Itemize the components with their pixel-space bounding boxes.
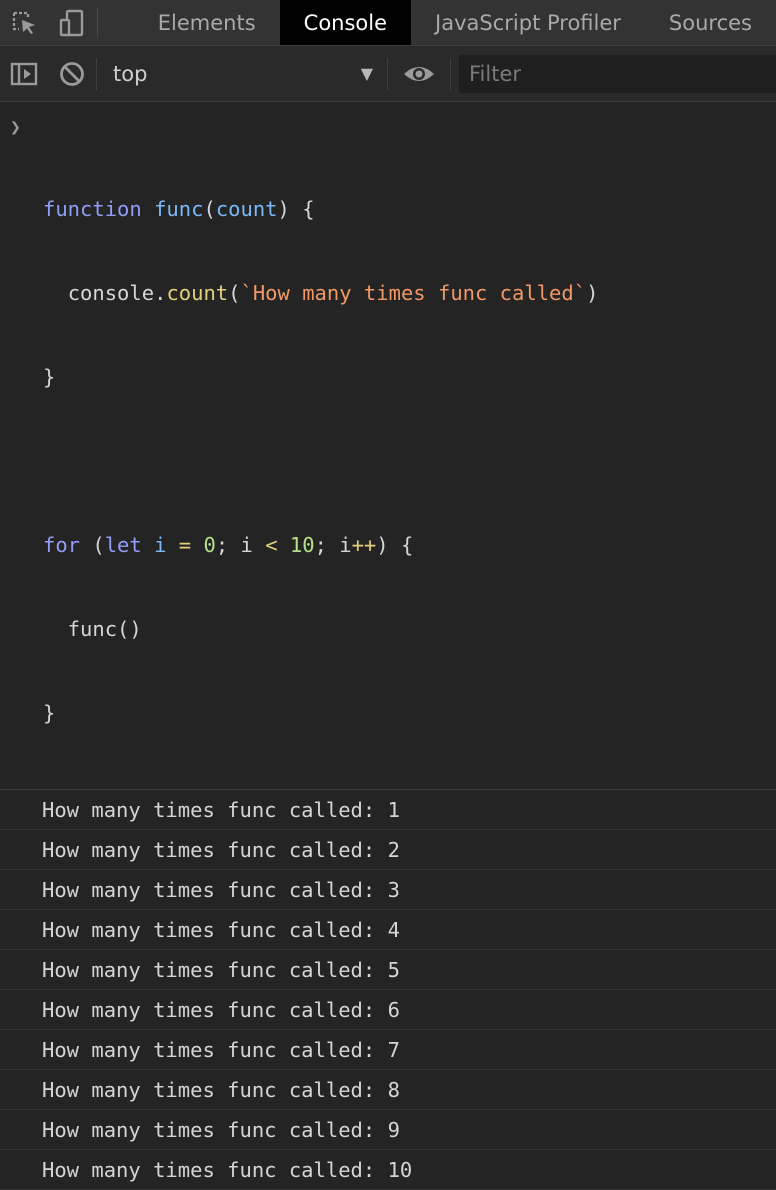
code-number: 10	[289, 533, 315, 557]
code-keyword: for	[43, 533, 81, 557]
console-output-row: How many times func called: 1	[0, 790, 776, 830]
console-output-row: How many times func called: 5	[0, 950, 776, 990]
live-expression-eye-icon	[404, 66, 434, 81]
device-toolbar-button[interactable]	[48, 0, 96, 45]
clear-console-icon	[60, 61, 84, 86]
console-toolbar: top ▼	[0, 46, 776, 102]
devtools-tab-bar: Elements Console JavaScript Profiler Sou…	[0, 0, 776, 46]
live-expression-button[interactable]	[388, 46, 450, 101]
panel-tabs: Elements Console JavaScript Profiler Sou…	[134, 0, 776, 45]
code-function-name: func	[154, 197, 204, 221]
code-operator: =	[166, 533, 204, 557]
code-string: `How many times func called`	[240, 281, 587, 305]
device-toolbar-icon	[59, 9, 83, 36]
execution-context-value: top	[113, 61, 148, 86]
code-text: (	[228, 281, 241, 305]
console-output-row: How many times func called: 10	[0, 1150, 776, 1190]
dropdown-caret-icon: ▼	[360, 64, 373, 83]
code-text: console.	[67, 281, 167, 305]
code-text: )	[586, 281, 599, 305]
clear-console-button[interactable]	[48, 46, 96, 101]
code-text: ; i	[314, 533, 352, 557]
code-line: console.count(`How many times func calle…	[43, 279, 776, 307]
console-input-entry: ❯ function func(count) { console.count(`…	[0, 102, 776, 790]
code-param: count	[215, 197, 278, 221]
code-line: }	[43, 701, 56, 725]
execution-context-select[interactable]: top ▼	[97, 46, 387, 101]
show-sidebar-button[interactable]	[0, 46, 48, 101]
tab-elements[interactable]: Elements	[134, 0, 280, 45]
console-output-row: How many times func called: 9	[0, 1110, 776, 1150]
code-number: 0	[203, 533, 216, 557]
console-output-row: How many times func called: 6	[0, 990, 776, 1030]
code-variable: i	[154, 533, 167, 557]
console-output-row: How many times func called: 2	[0, 830, 776, 870]
code-method: count	[166, 281, 229, 305]
code-text: (	[203, 197, 216, 221]
code-keyword: let	[104, 533, 142, 557]
console-output-row: How many times func called: 4	[0, 910, 776, 950]
code-keyword: function	[43, 197, 142, 221]
tab-sources[interactable]: Sources	[645, 0, 776, 45]
console-messages: ❯ function func(count) { console.count(`…	[0, 102, 776, 1190]
code-line: for (let i = 0; i < 10; i++) {	[43, 531, 776, 559]
tab-console[interactable]: Console	[279, 0, 412, 45]
code-text: ; i	[215, 533, 266, 557]
toolbar-separator	[450, 57, 451, 90]
code-operator: <	[265, 533, 278, 557]
code-line: func()	[43, 617, 142, 641]
show-sidebar-icon	[10, 62, 38, 85]
prompt-chevron-icon: ❯	[10, 117, 21, 138]
code-text: (	[80, 533, 105, 557]
code-text: ) {	[376, 533, 414, 557]
code-line: }	[43, 365, 56, 389]
console-output-row: How many times func called: 8	[0, 1070, 776, 1110]
code-operator: ++	[351, 533, 377, 557]
console-output-row: How many times func called: 7	[0, 1030, 776, 1070]
filter-input[interactable]	[459, 54, 776, 93]
code-line: function func(count) {	[43, 195, 776, 223]
inspect-element-icon	[13, 11, 36, 34]
tab-separator	[96, 8, 98, 37]
inspect-element-button[interactable]	[0, 0, 48, 45]
tab-javascript-profiler[interactable]: JavaScript Profiler	[411, 0, 645, 45]
console-output-row: How many times func called: 3	[0, 870, 776, 910]
code-text: ) {	[277, 197, 315, 221]
